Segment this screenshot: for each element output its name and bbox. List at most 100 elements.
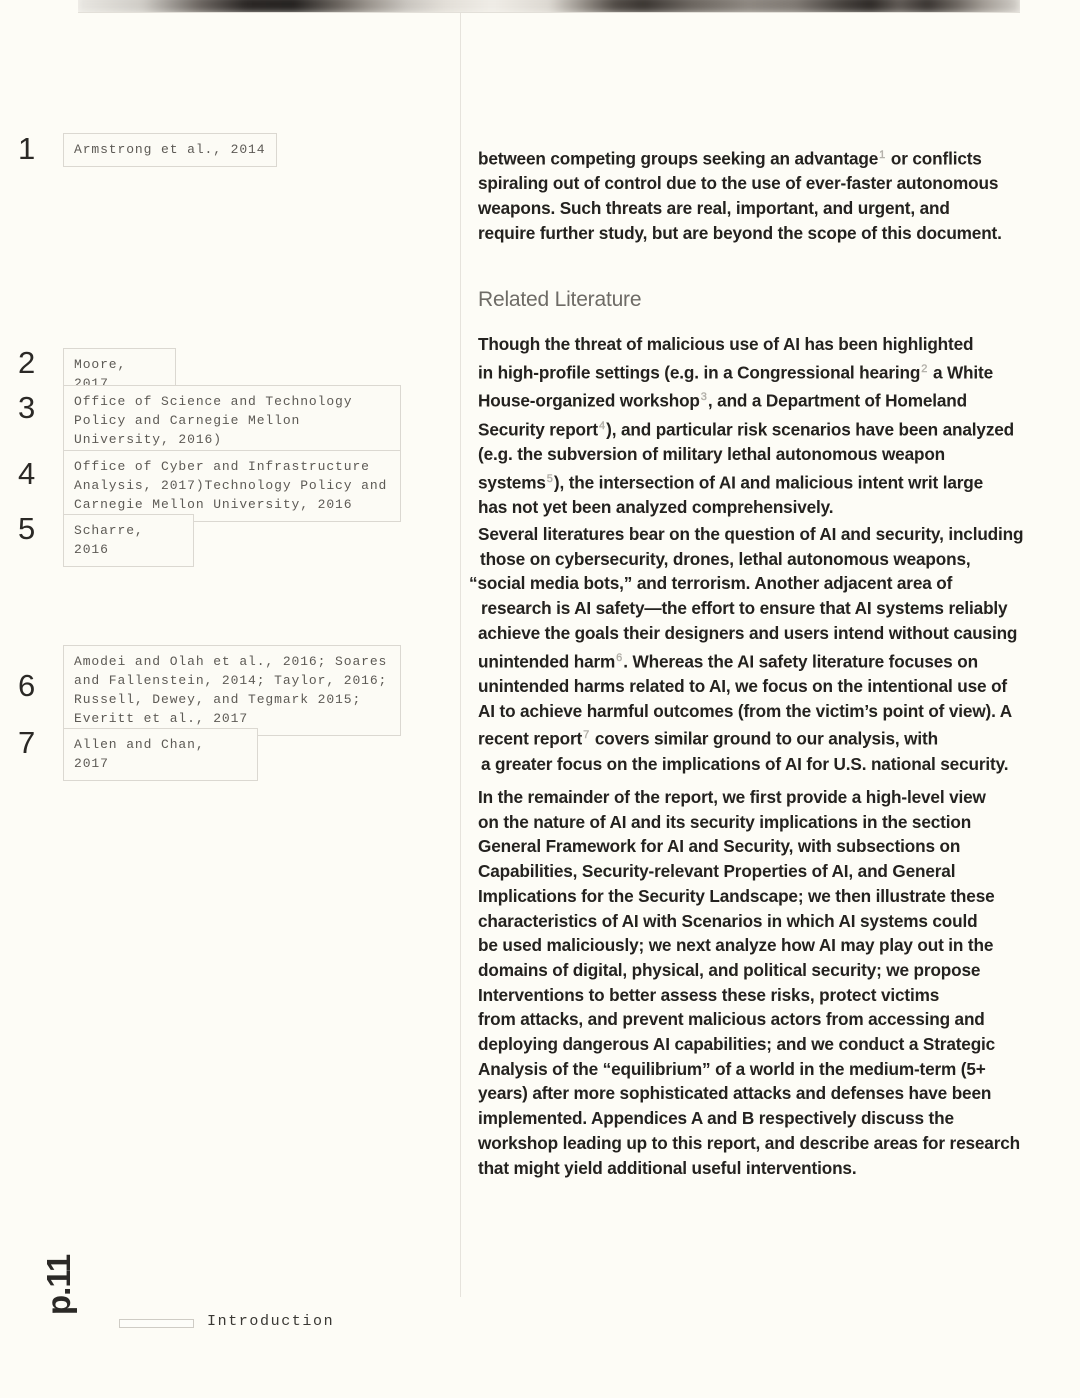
text-run: Security report [478,419,599,440]
footnote-citation-box[interactable]: Office of Cyber and Infrastructure Analy… [63,450,401,522]
footnote-number: 5 [18,511,35,546]
text-line: Several literatures bear on the question… [478,522,1038,547]
footnote-citation-text: Allen and Chan, 2017 [74,737,205,771]
text-line: unintended harm6. Whereas the AI safety … [478,646,1038,674]
text-run: unintended harm [478,651,616,672]
footer-section-label: Introduction [207,1313,335,1330]
text-line: on the nature of AI and its security imp… [478,810,1038,835]
text-run: Analysis of the “equilibrium” of a world… [478,1058,986,1079]
footnote-number: 7 [18,725,35,760]
text-run: those on cybersecurity, drones, lethal a… [480,548,971,569]
text-line: from attacks, and prevent malicious acto… [478,1007,1038,1032]
footnote-marker[interactable]: 5 [546,473,554,485]
text-run: AI to achieve harmful outcomes (from the… [478,700,1012,721]
text-line: House-organized workshop3, and a Departm… [478,385,1038,413]
section-heading: Related Literature [478,288,642,311]
text-line: deploying dangerous AI capabilities; and… [478,1032,1038,1057]
text-run: Implications for the Security Landscape;… [478,885,995,906]
text-run: General Framework for AI and Security, w… [478,836,961,857]
text-line: General Framework for AI and Security, w… [478,834,1038,859]
text-run: workshop leading up to this report, and … [478,1132,1021,1153]
text-run: “social media bots,” and terrorism. Anot… [469,573,953,594]
text-run: , and a Department of Homeland [707,390,967,411]
text-run: has not yet been analyzed comprehensivel… [478,497,834,518]
footnote-citation-text: Amodei and Olah et al., 2016; Soares and… [74,654,388,726]
text-run: between competing groups seeking an adva… [478,148,879,169]
text-run: years) after more sophisticated attacks … [478,1083,992,1104]
text-line: in high-profile settings (e.g. in a Cong… [478,357,1038,385]
footnote-citation-box[interactable]: Office of Science and Technology Policy … [63,385,401,457]
text-run: Though the threat of malicious use of AI… [478,334,974,354]
text-line: In the remainder of the report, we first… [478,785,1038,810]
text-run: Interventions to better assess these ris… [478,984,940,1005]
paragraph: Several literatures bear on the question… [469,522,1038,777]
footnote-number: 4 [18,456,35,491]
text-run: recent report [478,729,583,750]
text-line: systems5), the intersection of AI and ma… [478,467,1038,495]
text-line: (e.g. the subversion of military lethal … [478,442,1038,467]
text-run: on the nature of AI and its security imp… [478,811,972,832]
text-line: require further study, but are beyond th… [478,221,1038,246]
text-run: a greater focus on the implications of A… [481,753,1009,774]
text-line: Implications for the Security Landscape;… [478,884,1038,909]
footnote-citation-box[interactable]: Allen and Chan, 2017 [63,728,258,781]
text-run: research is AI safety—the effort to ensu… [481,598,1008,619]
text-run: implemented. Appendices A and B respecti… [478,1108,954,1129]
text-run: ), and particular risk scenarios have be… [606,419,1015,440]
footnote-number: 2 [18,345,35,380]
text-line: recent report7 covers similar ground to … [478,723,1038,751]
text-line: be used maliciously; we next analyze how… [478,933,1038,958]
text-line: those on cybersecurity, drones, lethal a… [480,547,1038,572]
text-line: “social media bots,” and terrorism. Anot… [469,571,1038,596]
text-run: that might yield additional useful inter… [478,1157,857,1178]
text-run: (e.g. the subversion of military lethal … [478,444,946,465]
text-run: a White [928,362,994,383]
text-run: spiraling out of control due to the use … [478,173,999,194]
main-text-column: Related Literature between competing gro… [469,0,1038,1398]
footnote-citation-box[interactable]: Armstrong et al., 2014 [63,133,277,167]
text-run: weapons. Such threats are real, importan… [478,198,950,219]
column-divider [460,13,461,1297]
text-run: Several literatures bear on the question… [478,524,1024,544]
paragraph: between competing groups seeking an adva… [478,143,1038,246]
text-run: Capabilities, Security-relevant Properti… [478,861,956,882]
text-line: Analysis of the “equilibrium” of a world… [478,1057,1038,1082]
footnote-citation-text: Armstrong et al., 2014 [74,142,266,157]
text-run: ), the intersection of AI and malicious … [553,472,984,493]
page-number-label: p.11 [40,1254,77,1315]
footnote-number: 1 [18,131,35,166]
text-line: Though the threat of malicious use of AI… [478,332,1038,357]
text-line: characteristics of AI with Scenarios in … [478,909,1038,934]
footnote-marker[interactable]: 4 [598,419,606,431]
text-run: characteristics of AI with Scenarios in … [478,910,978,931]
footnote-marker[interactable]: 3 [700,391,708,403]
text-run: in high-profile settings (e.g. in a Cong… [478,362,921,383]
text-line: that might yield additional useful inter… [478,1156,1038,1181]
text-line: research is AI safety—the effort to ensu… [481,596,1038,621]
footnote-citation-box[interactable]: Amodei and Olah et al., 2016; Soares and… [63,645,401,736]
footnote-marker[interactable]: 7 [582,729,590,741]
footer-rule-marker [119,1319,194,1328]
footnote-citation-text: Office of Cyber and Infrastructure Analy… [74,459,388,512]
text-line: spiraling out of control due to the use … [478,171,1038,196]
text-line: AI to achieve harmful outcomes (from the… [478,699,1038,724]
text-run: unintended harms related to AI, we focus… [478,675,1008,696]
text-line: unintended harms related to AI, we focus… [478,674,1038,699]
text-line: achieve the goals their designers and us… [478,621,1038,646]
footnote-number: 6 [18,668,35,703]
paragraph: In the remainder of the report, we first… [478,785,1038,1180]
text-run: deploying dangerous AI capabilities; and… [478,1034,996,1055]
text-run: In the remainder of the report, we first… [478,787,986,807]
footnote-number: 3 [18,390,35,425]
text-line: between competing groups seeking an adva… [478,143,1038,171]
footnote-citation-text: Scharre, 2016 [74,523,144,557]
text-line: a greater focus on the implications of A… [481,752,1038,777]
text-line: weapons. Such threats are real, importan… [478,196,1038,221]
footnote-citation-text: Office of Science and Technology Policy … [74,394,353,447]
footnote-citation-box[interactable]: Scharre, 2016 [63,514,194,567]
text-run: from attacks, and prevent malicious acto… [478,1009,985,1030]
text-run: covers similar ground to our analysis, w… [590,729,938,750]
text-run: . Whereas the AI safety literature focus… [623,651,978,672]
text-line: Interventions to better assess these ris… [478,983,1038,1008]
text-run: require further study, but are beyond th… [478,222,1002,243]
